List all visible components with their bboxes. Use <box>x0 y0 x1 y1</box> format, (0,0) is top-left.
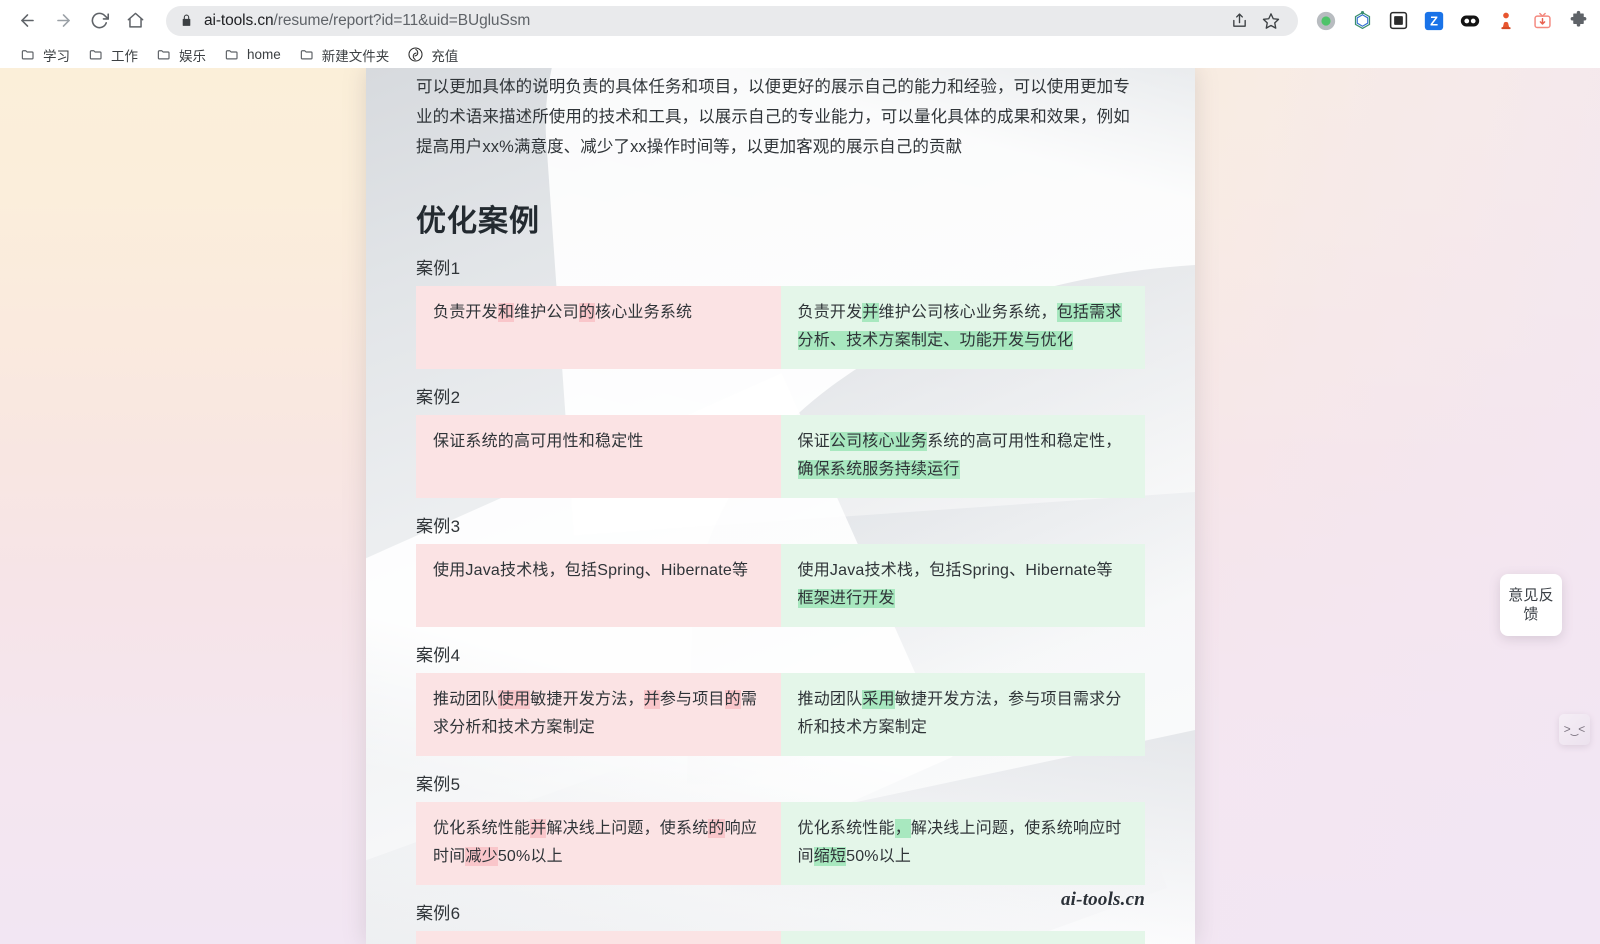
share-icon[interactable] <box>1226 8 1252 34</box>
folder-glyph <box>300 50 313 60</box>
diff-row-4: 推动团队使用敏捷开发方法，并参与项目的需求分析和技术方案制定 推动团队采用敏捷开… <box>416 673 1145 756</box>
browser-chrome: ai-tools.cn/resume/report?id=11&uid=BUgl… <box>0 0 1600 68</box>
folder-icon <box>88 47 104 62</box>
browser-nav-bar: ai-tools.cn/resume/report?id=11&uid=BUgl… <box>0 0 1600 41</box>
svg-text:Z: Z <box>1430 13 1438 28</box>
chess-pawn-extension-icon[interactable] <box>1491 6 1521 36</box>
folder-icon <box>156 47 172 62</box>
diff-row-5: 优化系统性能并解决线上问题，使系统的响应时间减少50%以上 优化系统性能，解决线… <box>416 802 1145 885</box>
back-arrow-icon <box>20 14 34 27</box>
forward-button[interactable] <box>46 4 80 38</box>
bookmarks-bar: 学习 工作 娱乐 home 新建文件夹 充值 <box>0 41 1600 68</box>
collapse-widget[interactable]: >‿< <box>1559 714 1590 745</box>
extensions-toolbar: Z <box>1308 6 1600 36</box>
folder-icon <box>224 47 240 62</box>
bookmark-label: 充值 <box>431 48 459 64</box>
address-bar[interactable]: ai-tools.cn/resume/report?id=11&uid=BUgl… <box>166 5 1298 36</box>
site-watermark: ai-tools.cn <box>1060 889 1145 910</box>
bookmark-label: home <box>247 47 281 62</box>
bookmark-new-folder[interactable]: 新建文件夹 <box>291 44 398 66</box>
diff-row-3: 使用Java技术栈，包括Spring、Hibernate等 使用Java技术栈，… <box>416 544 1145 627</box>
share-glyph <box>1232 13 1246 27</box>
puzzle-extensions-icon[interactable] <box>1563 6 1593 36</box>
green-dot-extension-icon[interactable] <box>1311 6 1341 36</box>
diff-old-5: 优化系统性能并解决线上问题，使系统的响应时间减少50%以上 <box>416 802 781 885</box>
graphql-extension-icon[interactable] <box>1347 6 1377 36</box>
back-button[interactable] <box>10 4 44 38</box>
lock-icon <box>180 13 193 28</box>
star-glyph <box>1262 12 1280 29</box>
green-dot-glyph <box>1316 11 1336 30</box>
folder-glyph <box>225 50 238 60</box>
bookmark-chongzhi[interactable]: 充值 <box>399 44 466 66</box>
diff-row-2: 保证系统的高可用性和稳定性 保证公司核心业务系统的高可用性和稳定性，确保系统服务… <box>416 415 1145 498</box>
screenshot-glyph <box>1389 11 1407 30</box>
reload-icon <box>91 12 109 29</box>
diff-new-4: 推动团队采用敏捷开发方法，参与项目需求分析和技术方案制定 <box>780 673 1145 756</box>
optimization-section-title: 优化案例 <box>416 205 540 238</box>
case-label-5: 案例5 <box>416 775 461 794</box>
diff-old-6: 与产品团队合作，根据用户反馈进行产品的功能改进 <box>416 931 781 944</box>
bookmark-label: 新建文件夹 <box>321 48 390 64</box>
bookmark-label: 娱乐 <box>179 48 206 64</box>
chess-pawn-glyph <box>1501 12 1511 30</box>
tv-download-glyph <box>1533 12 1551 29</box>
openai-icon <box>407 46 424 63</box>
diff-old-2: 保证系统的高可用性和稳定性 <box>416 415 781 498</box>
zotero-glyph: Z <box>1424 11 1444 30</box>
screenshot-extension-icon[interactable] <box>1383 6 1413 36</box>
zotero-extension-icon[interactable]: Z <box>1419 6 1449 36</box>
case-label-3: 案例3 <box>416 517 461 536</box>
diff-row-1: 负责开发和维护公司的核心业务系统 负责开发并维护公司核心业务系统，包括需求分析、… <box>416 286 1145 369</box>
home-icon <box>127 12 143 28</box>
lock-glyph <box>182 14 191 26</box>
report-document-sheet: 可以更加具体的说明负责的具体任务和项目，以便更好的展示自己的能力和经验，可以使用… <box>366 68 1195 944</box>
bookmark-yule[interactable]: 娱乐 <box>148 44 214 66</box>
bookmark-star-icon[interactable] <box>1258 8 1284 34</box>
case-label-6: 案例6 <box>416 904 461 923</box>
graphql-glyph <box>1354 11 1370 30</box>
bookmark-gongzuo[interactable]: 工作 <box>80 44 146 66</box>
puzzle-glyph <box>1570 10 1586 27</box>
report-content: 可以更加具体的说明负责的具体任务和项目，以便更好的展示自己的能力和经验，可以使用… <box>366 68 1195 944</box>
forward-arrow-icon <box>56 14 70 27</box>
case-label-2: 案例2 <box>416 388 461 407</box>
bookmark-xuexi[interactable]: 学习 <box>12 44 78 66</box>
page-viewport: 可以更加具体的说明负责的具体任务和项目，以便更好的展示自己的能力和经验，可以使用… <box>0 68 1600 944</box>
bookmark-home[interactable]: home <box>216 44 289 66</box>
eyes-extension-icon[interactable] <box>1455 6 1485 36</box>
diff-old-3: 使用Java技术栈，包括Spring、Hibernate等 <box>416 544 781 627</box>
feedback-button[interactable]: 意见反馈 <box>1500 574 1562 636</box>
tv-download-extension-icon[interactable] <box>1527 6 1557 36</box>
diff-new-6: 与产品团队合作，根据用户反馈改进产品功能 <box>780 931 1145 944</box>
folder-icon <box>299 47 315 62</box>
diff-row-6: 与产品团队合作，根据用户反馈进行产品的功能改进 与产品团队合作，根据用户反馈改进… <box>416 931 1145 944</box>
diff-old-4: 推动团队使用敏捷开发方法，并参与项目的需求分析和技术方案制定 <box>416 673 781 756</box>
url-text: ai-tools.cn/resume/report?id=11&uid=BUgl… <box>204 11 531 29</box>
bookmark-label: 学习 <box>43 48 70 64</box>
folder-glyph <box>157 50 170 60</box>
intro-paragraph: 可以更加具体的说明负责的具体任务和项目，以便更好的展示自己的能力和经验，可以使用… <box>416 78 1130 156</box>
reload-button[interactable] <box>82 4 116 38</box>
diff-new-3: 使用Java技术栈，包括Spring、Hibernate等框架进行开发 <box>780 544 1145 627</box>
case-label-1: 案例1 <box>416 259 461 278</box>
openai-glyph <box>408 47 423 62</box>
folder-icon <box>20 47 36 62</box>
diff-old-1: 负责开发和维护公司的核心业务系统 <box>416 286 781 369</box>
eyes-glyph <box>1460 15 1480 26</box>
diff-new-1: 负责开发并维护公司核心业务系统，包括需求分析、技术方案制定、功能开发与优化 <box>780 286 1145 369</box>
diff-new-5: 优化系统性能，解决线上问题，使系统响应时间缩短50%以上 <box>780 802 1145 885</box>
folder-glyph <box>89 50 102 60</box>
bookmark-label: 工作 <box>111 48 138 64</box>
diff-new-2: 保证公司核心业务系统的高可用性和稳定性，确保系统服务持续运行 <box>780 415 1145 498</box>
case-label-4: 案例4 <box>416 646 461 665</box>
home-button[interactable] <box>118 4 152 38</box>
folder-glyph <box>21 50 34 60</box>
